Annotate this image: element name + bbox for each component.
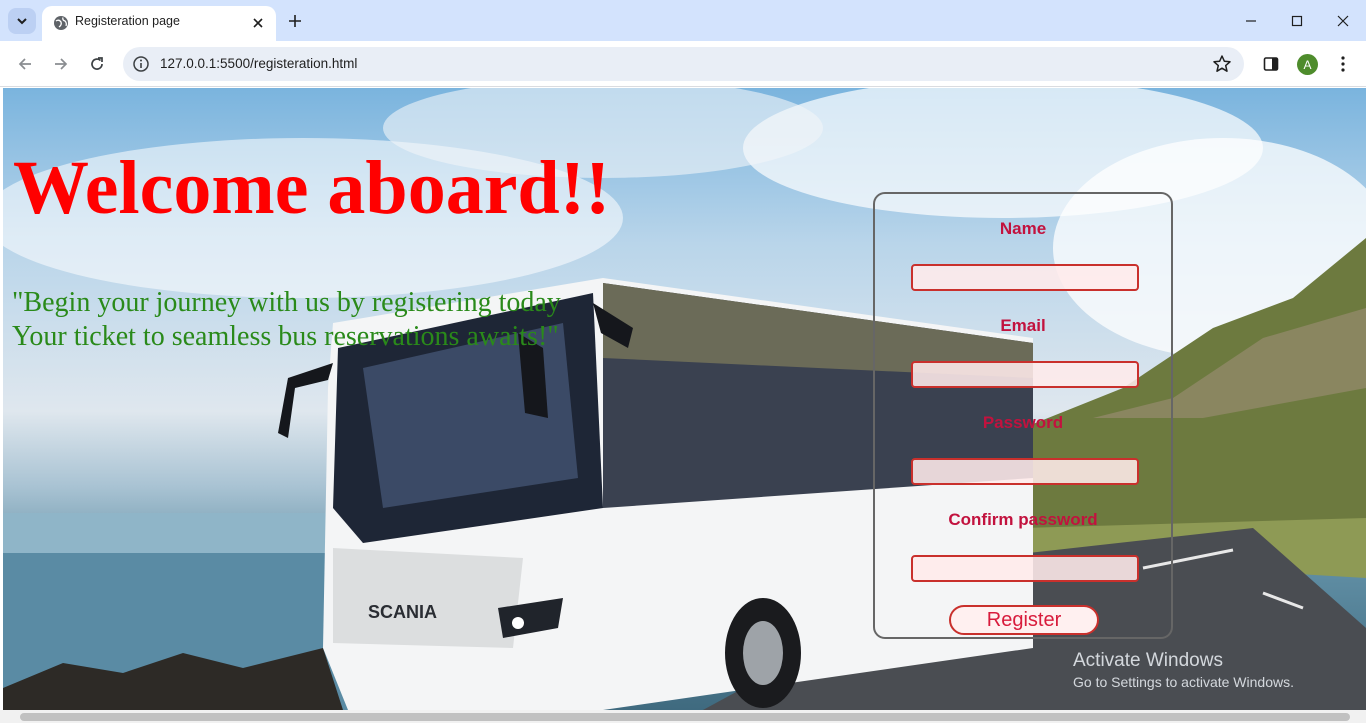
email-label: Email (1000, 316, 1046, 335)
profile-avatar[interactable]: A (1297, 54, 1318, 75)
close-icon (253, 18, 263, 28)
tab-registeration[interactable]: Registeration page (42, 6, 276, 41)
svg-text:SCANIA: SCANIA (368, 602, 437, 622)
tagline: "Begin your journey with us by registeri… (12, 286, 561, 354)
watermark-title: Activate Windows (1073, 650, 1223, 671)
email-input[interactable] (911, 361, 1139, 388)
registration-form: Name Email Password Confirm password Reg… (873, 192, 1173, 639)
forward-button[interactable] (47, 50, 75, 78)
side-panel-button[interactable] (1260, 53, 1282, 75)
tab-title: Registeration page (75, 14, 180, 28)
close-window-button[interactable] (1320, 0, 1366, 41)
name-label: Name (999, 219, 1047, 238)
scrollbar-thumb[interactable] (20, 713, 1350, 721)
side-panel-icon (1263, 57, 1279, 71)
chevron-down-icon (17, 18, 27, 25)
confirm-password-label: Confirm password (948, 510, 1098, 529)
register-button[interactable]: Register (949, 605, 1099, 635)
back-button[interactable] (11, 50, 39, 78)
info-icon[interactable] (132, 55, 150, 73)
arrow-left-icon (18, 58, 31, 70)
browser-toolbar: 127.0.0.1:5500/registeration.html A (0, 41, 1366, 87)
menu-button[interactable] (1332, 53, 1354, 75)
close-icon (1337, 15, 1349, 26)
reload-icon (91, 57, 103, 70)
tagline-line-1: "Begin your journey with us by registeri… (12, 287, 561, 318)
minimize-icon (1246, 19, 1256, 22)
page-viewport: SCANIA Welcome aboard!! "Begin your jour… (3, 88, 1366, 710)
watermark-subtitle: Go to Settings to activate Windows. (1073, 674, 1294, 690)
confirm-password-input[interactable] (911, 555, 1139, 582)
maximize-button[interactable] (1274, 0, 1320, 41)
activate-windows-watermark: Activate Windows Go to Settings to activ… (1073, 650, 1294, 690)
reload-button[interactable] (83, 50, 111, 78)
star-icon[interactable] (1212, 54, 1232, 74)
more-vertical-icon (1341, 56, 1345, 72)
tab-search-button[interactable] (8, 8, 36, 34)
tab-close-button[interactable] (248, 13, 268, 33)
address-bar[interactable]: 127.0.0.1:5500/registeration.html (123, 47, 1244, 81)
horizontal-scrollbar[interactable] (0, 710, 1366, 723)
minimize-button[interactable] (1228, 0, 1274, 41)
tagline-line-2: Your ticket to seamless bus reservations… (12, 321, 559, 352)
page-title: Welcome aboard!! (13, 146, 611, 230)
password-label: Password (982, 413, 1064, 432)
arrow-right-icon (55, 58, 68, 70)
password-input[interactable] (911, 458, 1139, 485)
plus-icon (289, 15, 301, 27)
new-tab-button[interactable] (284, 10, 306, 32)
name-input[interactable] (911, 264, 1139, 291)
url-text[interactable]: 127.0.0.1:5500/registeration.html (160, 56, 357, 71)
globe-icon (54, 16, 68, 30)
maximize-icon (1291, 15, 1303, 26)
tab-strip: Registeration page (0, 0, 1366, 41)
